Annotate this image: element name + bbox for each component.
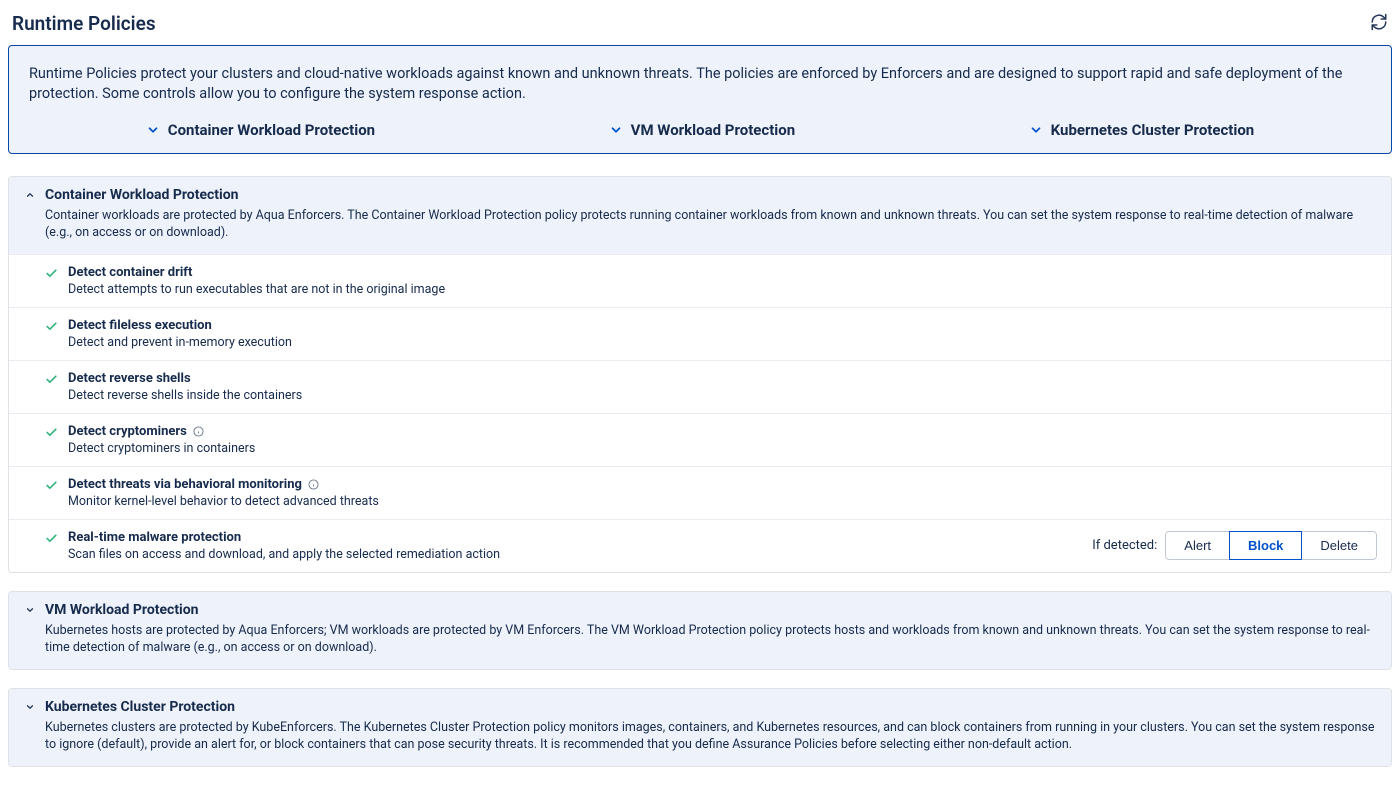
- section-k8s-protection: Kubernetes Cluster Protection Kubernetes…: [8, 688, 1392, 767]
- section-description: Kubernetes clusters are protected by Kub…: [45, 719, 1377, 754]
- check-icon: [45, 532, 58, 545]
- alert-button[interactable]: Alert: [1165, 531, 1230, 560]
- chevron-down-icon: [1029, 123, 1043, 137]
- control-description: Scan files on access and download, and a…: [68, 547, 1082, 562]
- action-label: If detected:: [1092, 538, 1157, 553]
- block-button[interactable]: Block: [1229, 531, 1302, 560]
- control-reverse-shells[interactable]: Detect reverse shells Detect reverse she…: [9, 360, 1391, 413]
- control-title: Detect cryptominers: [68, 424, 187, 439]
- tab-container-protection[interactable]: Container Workload Protection: [146, 121, 375, 139]
- chevron-down-icon: [146, 123, 160, 137]
- section-title: Container Workload Protection: [45, 187, 1377, 203]
- control-description: Detect reverse shells inside the contain…: [68, 388, 1377, 403]
- page-header: Runtime Policies: [8, 8, 1392, 45]
- section-description: Kubernetes hosts are protected by Aqua E…: [45, 622, 1377, 657]
- section-vm-protection: VM Workload Protection Kubernetes hosts …: [8, 591, 1392, 670]
- section-header-k8s[interactable]: Kubernetes Cluster Protection Kubernetes…: [9, 689, 1391, 766]
- section-header-container[interactable]: Container Workload Protection Container …: [9, 177, 1391, 254]
- tab-label: VM Workload Protection: [631, 121, 795, 139]
- intro-text: Runtime Policies protect your clusters a…: [29, 64, 1371, 105]
- control-description: Monitor kernel-level behavior to detect …: [68, 494, 1377, 509]
- section-title: VM Workload Protection: [45, 602, 1377, 618]
- control-behavioral[interactable]: Detect threats via behavioral monitoring…: [9, 466, 1391, 519]
- tab-label: Container Workload Protection: [168, 121, 375, 139]
- chevron-down-icon: [23, 702, 37, 712]
- section-description: Container workloads are protected by Aqu…: [45, 207, 1377, 242]
- tab-vm-protection[interactable]: VM Workload Protection: [609, 121, 795, 139]
- malware-actions: If detected: Alert Block Delete: [1092, 531, 1377, 560]
- check-icon: [45, 320, 58, 333]
- section-title: Kubernetes Cluster Protection: [45, 699, 1377, 715]
- chevron-down-icon: [609, 123, 623, 137]
- control-fileless[interactable]: Detect fileless execution Detect and pre…: [9, 307, 1391, 360]
- control-title: Real-time malware protection: [68, 530, 241, 545]
- check-icon: [45, 426, 58, 439]
- control-description: Detect and prevent in-memory execution: [68, 335, 1377, 350]
- control-title: Detect container drift: [68, 265, 192, 280]
- control-description: Detect attempts to run executables that …: [68, 282, 1377, 297]
- control-drift[interactable]: Detect container drift Detect attempts t…: [9, 254, 1391, 307]
- intro-panel: Runtime Policies protect your clusters a…: [8, 45, 1392, 154]
- control-description: Detect cryptominers in containers: [68, 441, 1377, 456]
- control-title: Detect fileless execution: [68, 318, 212, 333]
- delete-button[interactable]: Delete: [1301, 531, 1377, 560]
- check-icon: [45, 479, 58, 492]
- tab-label: Kubernetes Cluster Protection: [1051, 121, 1255, 139]
- control-title: Detect reverse shells: [68, 371, 191, 386]
- protection-tabs: Container Workload Protection VM Workloa…: [29, 121, 1371, 139]
- chevron-down-icon: [23, 605, 37, 615]
- check-icon: [45, 373, 58, 386]
- refresh-icon[interactable]: [1370, 13, 1388, 35]
- action-button-group: Alert Block Delete: [1165, 531, 1377, 560]
- chevron-up-icon: [23, 190, 37, 200]
- page-title: Runtime Policies: [12, 12, 156, 35]
- info-icon[interactable]: [193, 426, 204, 437]
- section-container-protection: Container Workload Protection Container …: [8, 176, 1392, 573]
- control-cryptominers[interactable]: Detect cryptominers Detect cryptominers …: [9, 413, 1391, 466]
- section-header-vm[interactable]: VM Workload Protection Kubernetes hosts …: [9, 592, 1391, 669]
- control-malware[interactable]: Real-time malware protection Scan files …: [9, 519, 1391, 572]
- tab-k8s-protection[interactable]: Kubernetes Cluster Protection: [1029, 121, 1255, 139]
- control-title: Detect threats via behavioral monitoring: [68, 477, 302, 492]
- check-icon: [45, 267, 58, 280]
- info-icon[interactable]: [308, 479, 319, 490]
